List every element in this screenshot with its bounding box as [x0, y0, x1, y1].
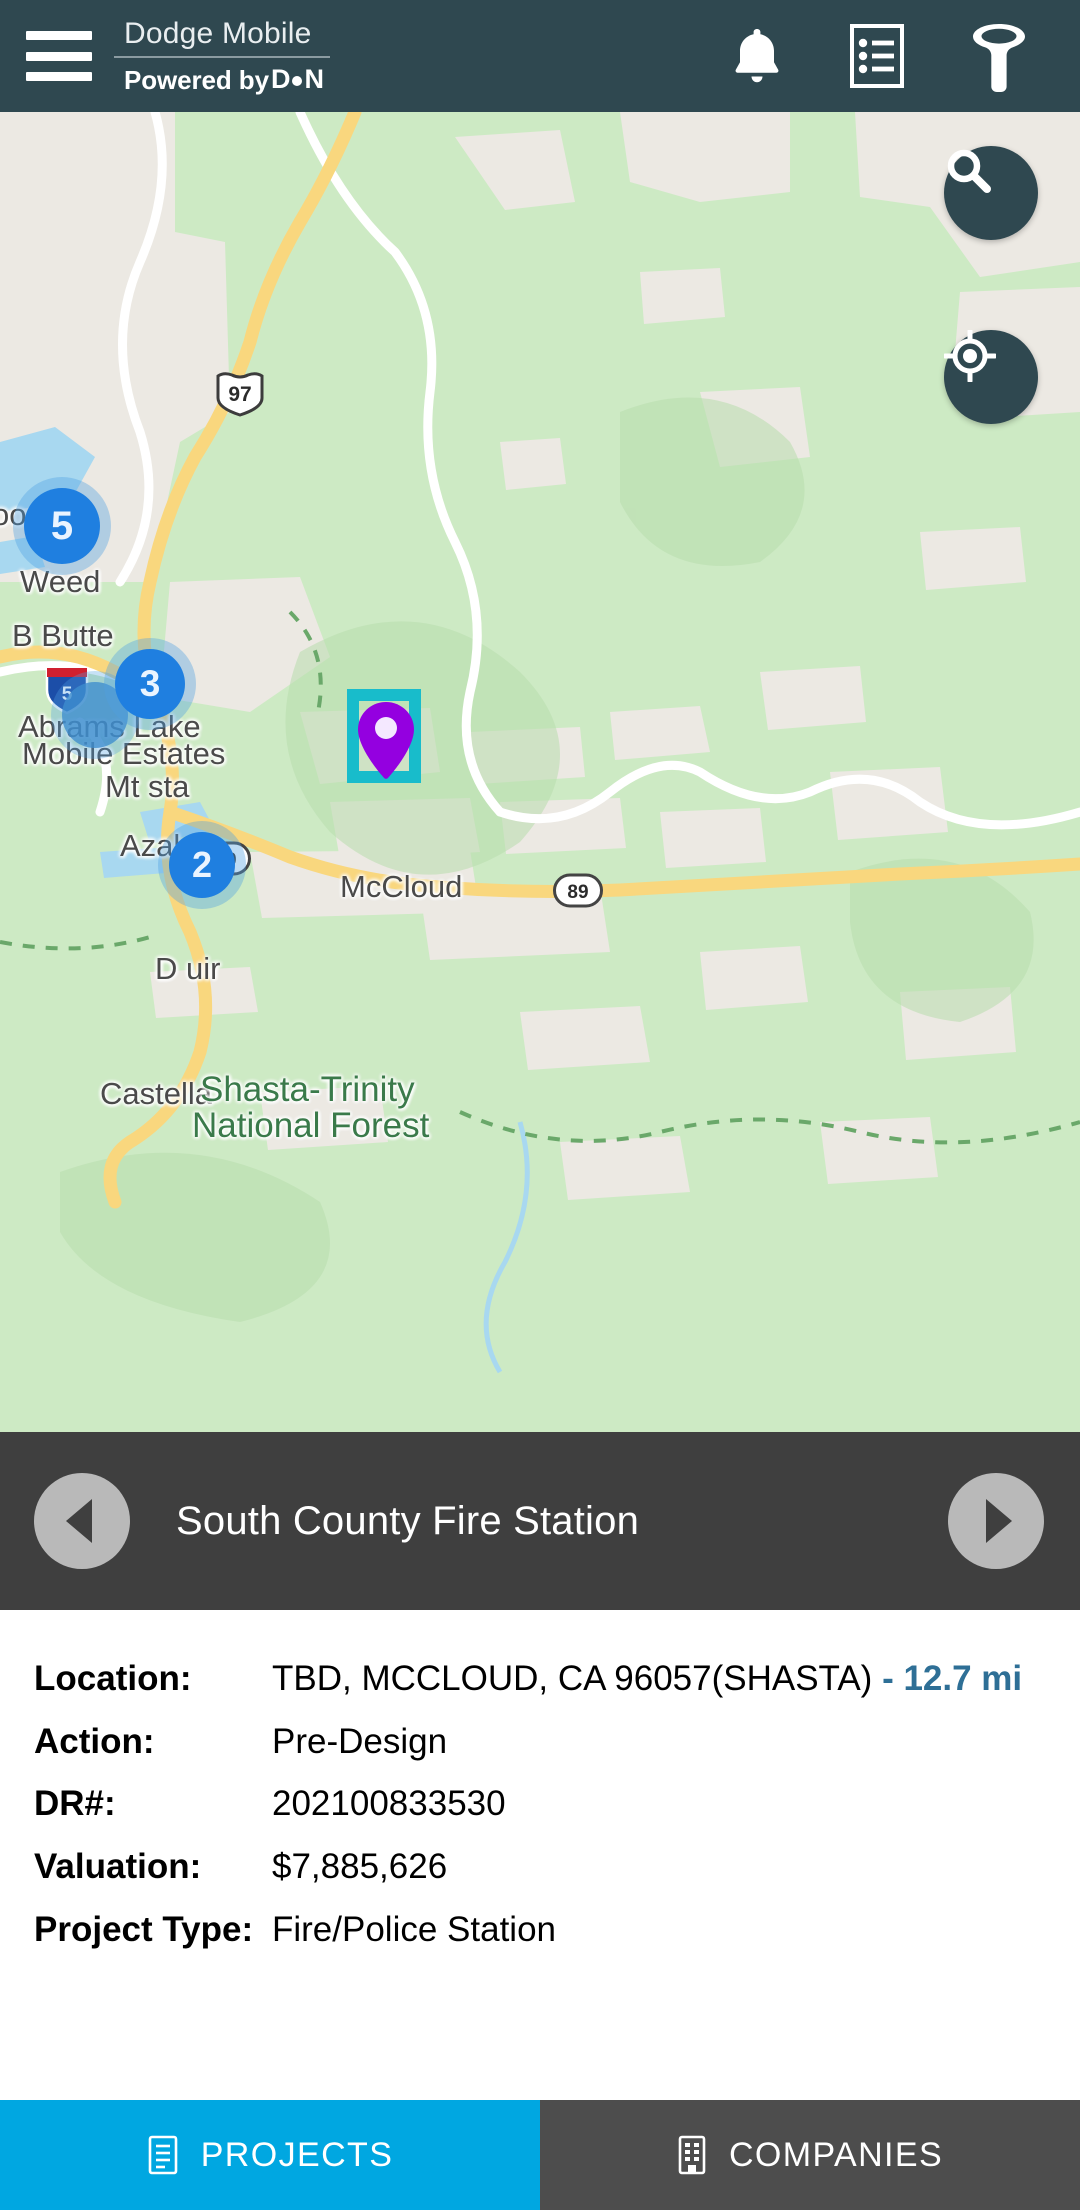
project-details-panel: Location: TBD, MCCLOUD, CA 96057(SHASTA)… — [0, 1610, 1080, 2096]
app-root: Dodge Mobile Powered by DN oo Weed B But… — [0, 0, 1080, 2210]
hamburger-menu-icon[interactable] — [26, 31, 92, 81]
tab-companies[interactable]: COMPANIES — [540, 2100, 1080, 2210]
tab-projects-label: PROJECTS — [200, 2135, 394, 2174]
location-distance[interactable]: - 12.7 mi — [872, 1659, 1022, 1698]
map-cluster-marker[interactable]: 3 — [115, 649, 185, 719]
gps-target-icon — [944, 330, 996, 382]
logo-dot — [292, 76, 303, 86]
document-list-icon — [148, 2135, 178, 2175]
search-icon — [947, 149, 991, 193]
app-title: Dodge Mobile — [124, 17, 312, 50]
map-cluster-marker[interactable]: 5 — [24, 488, 100, 564]
detail-label: DR#: — [34, 1784, 116, 1824]
detail-row-drnumber: DR#: 202100833530 — [34, 1783, 1046, 1826]
map-cluster-marker[interactable]: 2 — [169, 832, 235, 898]
detail-label: Valuation: — [34, 1847, 202, 1887]
list-view-icon[interactable] — [848, 23, 906, 89]
map-view[interactable]: ood Weed B Butte Abrams Lake Mobile Esta… — [0, 112, 1080, 1432]
detail-row-location: Location: TBD, MCCLOUD, CA 96057(SHASTA)… — [34, 1658, 1046, 1701]
notifications-bell-icon[interactable] — [728, 25, 786, 87]
powered-by-text: Powered by — [124, 64, 269, 95]
detail-label: Location: — [34, 1659, 192, 1698]
detail-value-drnumber: 202100833530 — [272, 1784, 506, 1824]
detail-row-project-type: Project Type: Fire/Police Station — [34, 1909, 1046, 1952]
tab-companies-label: COMPANIES — [728, 2135, 944, 2174]
building-icon — [678, 2135, 706, 2175]
project-title: South County Fire Station — [176, 1498, 640, 1543]
brand-block: Dodge Mobile Powered by DN — [114, 19, 330, 93]
bottom-tab-bar: PROJECTS COMPANIES — [0, 2100, 1080, 2210]
map-search-button[interactable] — [944, 146, 1038, 240]
location-address: TBD, MCCLOUD, CA 96057(SHASTA) — [272, 1659, 873, 1698]
filter-funnel-icon[interactable] — [968, 20, 1030, 92]
header-actions — [728, 20, 1080, 92]
map-canvas — [0, 112, 1080, 1432]
app-header: Dodge Mobile Powered by DN — [0, 0, 1080, 112]
detail-row-valuation: Valuation: $7,885,626 — [34, 1846, 1046, 1889]
detail-value-action: Pre-Design — [272, 1721, 448, 1761]
hamburger-bar — [26, 31, 92, 40]
detail-value-valuation: $7,885,626 — [272, 1847, 448, 1887]
dodge-construction-network-logo: DN — [270, 64, 324, 94]
hamburger-bar — [26, 72, 92, 81]
detail-label: Project Type: — [34, 1909, 254, 1949]
hamburger-bar — [26, 51, 92, 61]
detail-row-action: Action: Pre-Design — [34, 1721, 1046, 1764]
chevron-right-icon — [986, 1499, 1012, 1543]
tab-projects[interactable]: PROJECTS — [0, 2100, 540, 2210]
detail-value-project-type: Fire/Police Station — [272, 1909, 557, 1949]
chevron-left-icon — [66, 1499, 92, 1543]
next-project-button[interactable] — [948, 1473, 1044, 1569]
detail-value-location: TBD, MCCLOUD, CA 96057(SHASTA) - 12.7 mi — [272, 1658, 1046, 1701]
previous-project-button[interactable] — [34, 1473, 130, 1569]
detail-label: Action: — [34, 1721, 155, 1761]
map-locate-button[interactable] — [944, 330, 1038, 424]
project-carousel-bar: South County Fire Station — [0, 1432, 1080, 1610]
brand-subtitle: Powered by DN — [114, 58, 330, 93]
